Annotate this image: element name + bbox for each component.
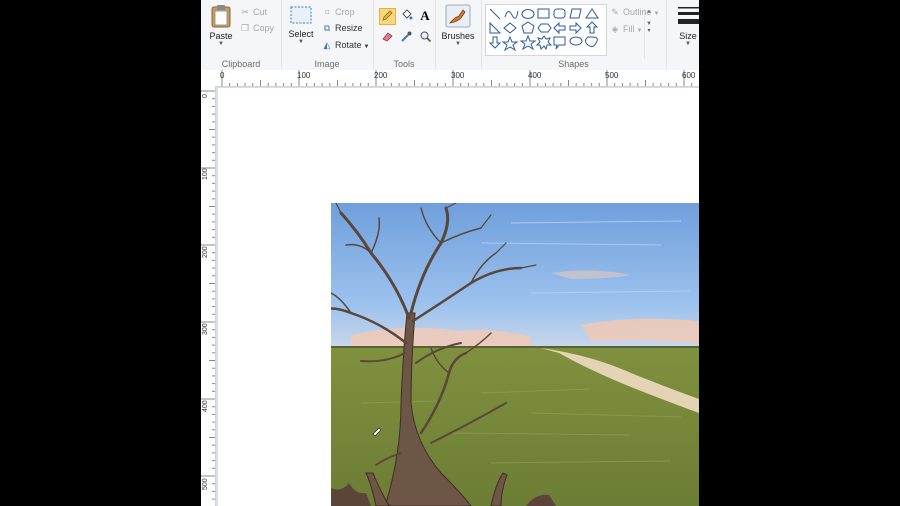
resize-icon: ⧉ [323,23,331,33]
fill-label: Fill [623,24,635,34]
shapes-group: ▲ ▼ ▾ ✎ Outline ▼ ◈ Fill ▼ Shapes [481,0,667,70]
crop-button[interactable]: ⌗ Crop [321,5,355,19]
paste-icon [211,5,231,28]
chevron-down-icon[interactable]: ▼ [205,41,237,47]
size-label: Size [679,31,697,41]
image-group-label: Image [314,59,340,69]
crop-label: Crop [335,7,355,17]
select-icon [290,6,312,24]
chevron-down-icon[interactable]: ▼ [674,41,699,47]
vertical-ruler: 0 100 200 300 400 500 [201,86,216,506]
ruler-label: 300 [202,323,209,335]
fill-bucket-icon: ◈ [611,24,619,34]
ruler-label: 500 [202,478,209,490]
outline-icon: ✎ [611,7,619,17]
vertical-ruler-ticks [201,90,215,500]
image-group: Select ▼ ⌗ Crop ⧉ Resize ◭ Rotate ▼ Image [281,0,374,70]
chevron-down-icon: ▼ [636,28,643,34]
resize-button[interactable]: ⧉ Resize [321,21,363,35]
ruler-label: 100 [297,71,311,80]
outline-button[interactable]: ✎ Outline ▼ [609,5,659,19]
chevron-down-icon: ▼ [653,11,660,17]
horizontal-ruler: 0 100 200 300 400 500 600 [201,70,699,87]
paste-button[interactable]: Paste ▼ [205,4,237,47]
cut-button[interactable]: ✂ Cut [239,5,267,19]
magnifier-icon[interactable] [417,30,433,46]
ruler-label: 200 [202,246,209,258]
clipboard-group: Paste ▼ ✂ Cut ❐ Copy Clipboard [201,0,282,70]
crop-icon: ⌗ [324,7,330,17]
select-button[interactable]: Select ▼ [285,4,317,45]
color-picker-icon[interactable] [398,30,414,46]
tools-group-label: Tools [393,59,415,69]
chevron-down-icon[interactable]: ▼ [285,39,317,45]
rotate-label: Rotate [335,40,362,50]
shapes-gallery-icons [488,8,599,52]
ruler-label: 0 [220,71,225,80]
tools-group: A Tools [373,0,436,70]
ruler-label: 0 [202,94,209,98]
horizontal-ruler-ticks [221,70,693,86]
paste-label: Paste [209,31,233,41]
brush-icon [445,4,471,28]
drawing-canvas[interactable] [218,88,699,506]
ruler-label: 300 [451,71,465,80]
chevron-down-icon: ▼ [363,44,370,50]
ruler-label: 400 [528,71,542,80]
copy-button[interactable]: ❐ Copy [239,21,274,35]
ruler-label: 200 [374,71,388,80]
clipboard-group-label: Clipboard [221,59,261,69]
outline-label: Outline [623,7,652,17]
shapes-group-label: Shapes [558,59,589,69]
line-size-icon [678,7,699,24]
scissors-icon: ✂ [241,7,249,17]
text-icon[interactable]: A [417,8,433,24]
copy-icon: ❐ [240,23,250,33]
size-button[interactable]: Size ▼ [674,4,699,47]
rotate-icon: ◭ [323,40,331,50]
ruler-label: 500 [605,71,619,80]
eraser-icon[interactable] [379,30,395,46]
select-label: Select [288,29,314,39]
ruler-label: 100 [202,168,209,180]
brushes-label: Brushes [441,31,475,41]
ruler-label: 400 [202,400,209,412]
rotate-button[interactable]: ◭ Rotate ▼ [321,38,370,52]
fill-button[interactable]: ◈ Fill ▼ [609,22,643,36]
painted-landscape[interactable] [331,203,699,506]
size-group: Size ▼ [666,0,699,70]
pencil-icon[interactable] [379,8,396,25]
brushes-group: Brushes ▼ [435,0,482,70]
paint-window: Paste ▼ ✂ Cut ❐ Copy Clipboard Select ▼ ⌗ C… [201,0,699,506]
brushes-button[interactable]: Brushes ▼ [441,4,475,47]
ruler-label: 600 [682,71,696,80]
grass-field [331,348,699,506]
cut-label: Cut [253,7,268,17]
resize-label: Resize [335,23,363,33]
copy-label: Copy [253,23,275,33]
shapes-gallery[interactable]: ▲ ▼ ▾ [485,4,652,59]
fill-icon[interactable] [398,8,414,24]
ribbon: Paste ▼ ✂ Cut ❐ Copy Clipboard Select ▼ ⌗ C… [201,0,699,71]
chevron-down-icon[interactable]: ▼ [441,41,475,47]
